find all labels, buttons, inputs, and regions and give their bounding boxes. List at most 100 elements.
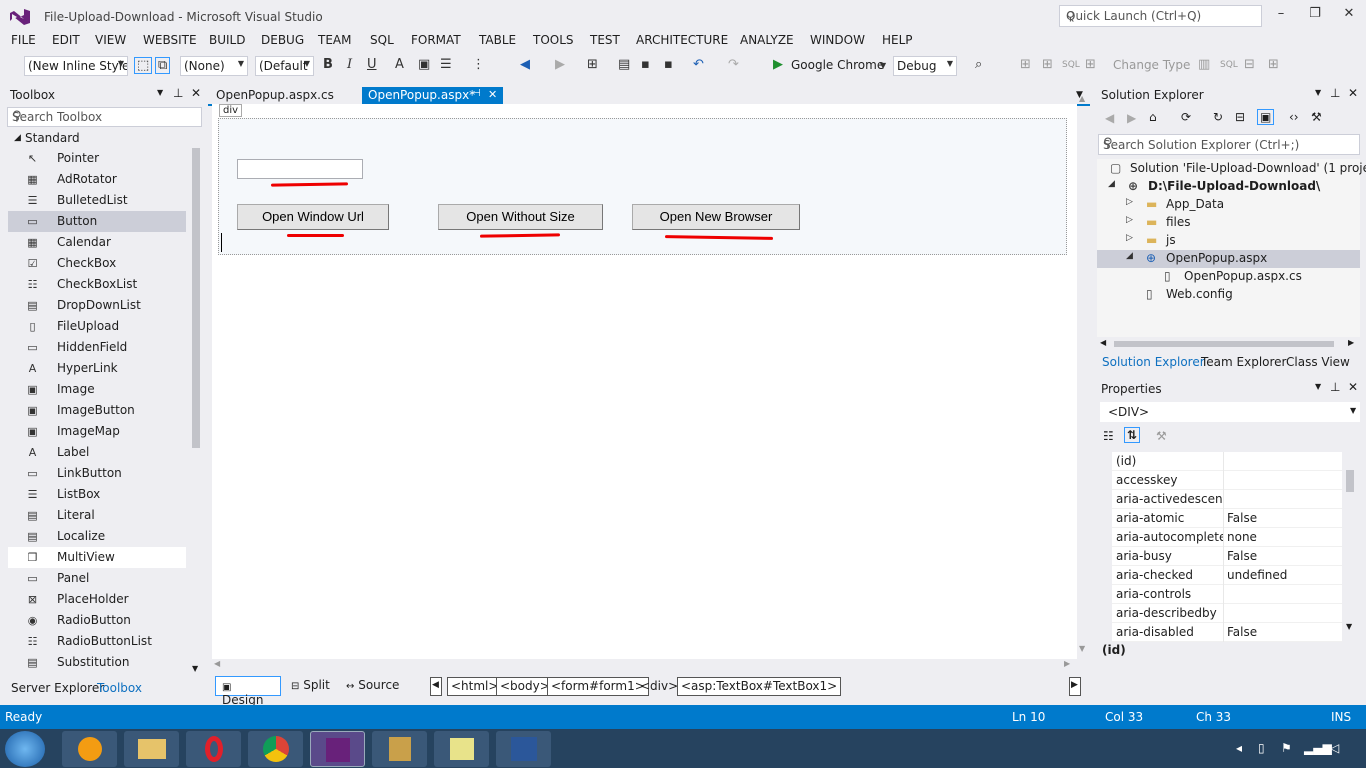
toolbox-item-hiddenfield[interactable]: ▭ HiddenField [8,337,186,358]
column-icon[interactable]: ▥ [1198,57,1210,72]
toolbox-item-label[interactable]: A Label [8,442,186,463]
scroll-right-icon[interactable]: ▶ [1348,338,1354,347]
scroll-left-icon[interactable]: ◀ [1100,338,1106,347]
style-combo[interactable]: (New Inline Style ▼ [24,56,128,76]
source-view-button[interactable]: ↔ Source [340,676,405,696]
toolbox-item-panel[interactable]: ▭ Panel [8,568,186,589]
textbox1-input[interactable] [237,159,363,179]
refresh-icon[interactable]: ↻ [1213,110,1223,124]
navigate-back-icon[interactable]: ◀ [520,57,530,72]
redo-icon[interactable]: ↷ [728,57,739,72]
property-value[interactable]: False [1227,511,1257,525]
property-row[interactable]: aria-autocomplete none [1112,528,1342,547]
solution-search-input[interactable]: Search Solution Explorer (Ctrl+;) ⚲ [1098,134,1360,155]
opera-icon[interactable] [186,731,241,767]
close-icon[interactable]: ✕ [1348,380,1358,394]
sql-query-icon[interactable]: SQL [1220,60,1238,70]
visual-studio-taskbar-icon[interactable] [310,731,365,767]
toolbox-item-multiview[interactable]: ❐ MultiView [8,547,186,568]
solution-hscrollbar[interactable]: ◀ ▶ [1100,338,1358,350]
property-row[interactable]: aria-controls [1112,585,1342,604]
menu-debug[interactable]: DEBUG [261,33,304,47]
tree-item-files[interactable]: ▷ ▬ files [1108,214,1360,232]
highlight-icon[interactable]: ▣ [418,57,430,72]
collapsed-arrow-icon[interactable]: ▷ [1126,197,1133,207]
property-row[interactable]: aria-describedby [1112,604,1342,623]
menu-architecture[interactable]: ARCHITECTURE [636,33,728,47]
chevron-down-icon[interactable]: ▼ [157,88,163,97]
open-window-url-button[interactable]: Open Window Url [237,204,389,230]
relationship-icon[interactable]: ⊟ [1244,57,1255,72]
split-view-button[interactable]: ⊟ Split [285,676,336,696]
toolbox-item-literal[interactable]: ▤ Literal [8,505,186,526]
close-tab-icon[interactable]: ✕ [488,88,497,101]
collapse-arrow-icon[interactable]: ◢ [14,133,21,143]
tree-item-js[interactable]: ▷ ▬ js [1108,232,1360,250]
tray-arrow-icon[interactable]: ◂ [1236,741,1242,755]
toolbox-item-radiobutton[interactable]: ◉ RadioButton [8,610,186,631]
sql-icon[interactable]: SQL [1062,60,1080,70]
tree-item-web-config[interactable]: ▯ Web.config [1108,286,1360,304]
toolbox-item-fileupload[interactable]: ▯ FileUpload [8,316,186,337]
undo-icon[interactable]: ↶ [693,57,704,72]
tree-item-openpopup-aspx[interactable]: ◢ ⊕ OpenPopup.aspx [1097,250,1360,268]
toolbox-item-calendar[interactable]: ▦ Calendar [8,232,186,253]
start-debug-icon[interactable]: ▶ [773,57,783,72]
toolbox-item-substitution[interactable]: ▤ Substitution [8,652,186,673]
back-icon[interactable]: ◀ [1105,111,1114,125]
toolbox-item-radiobuttonlist[interactable]: ☷ RadioButtonList [8,631,186,652]
open-without-size-button[interactable]: Open Without Size [438,204,603,230]
tree-item-solution[interactable]: ▢ Solution 'File-Upload-Download' (1 pro… [1108,160,1366,178]
tab-class-view[interactable]: Class View [1286,355,1350,369]
new-project-icon[interactable]: ⊞ [587,57,598,72]
toolbox-item-imagebutton[interactable]: ▣ ImageButton [8,400,186,421]
pin-icon[interactable]: ⊥ [1330,86,1340,100]
properties-scrollbar[interactable]: ▼ [1344,452,1356,634]
collapse-all-icon[interactable]: ⊟ [1235,110,1245,124]
toolbox-item-checkboxlist[interactable]: ☷ CheckBoxList [8,274,186,295]
close-icon[interactable]: ✕ [191,86,201,100]
underline-button[interactable]: U [367,57,377,72]
crumb-form[interactable]: <form#form1> [547,677,649,696]
table-icon[interactable]: ⊞ [1042,57,1053,72]
property-value[interactable]: none [1227,530,1257,544]
save-all-icon[interactable]: ▪ [664,57,673,72]
target-rule-combo[interactable]: (None) ▼ [180,56,248,76]
view-code-icon[interactable]: ‹› [1289,110,1299,124]
tab-solution-explorer[interactable]: Solution Explorer [1102,355,1205,369]
property-value[interactable]: undefined [1227,568,1287,582]
open-file-icon[interactable]: ▤ [618,57,630,72]
properties-object-selector[interactable]: <DIV> ▼ [1100,402,1360,422]
menu-window[interactable]: WINDOW [810,33,865,47]
toolbox-item-localize[interactable]: ▤ Localize [8,526,186,547]
menu-view[interactable]: VIEW [95,33,126,47]
property-row[interactable]: aria-activedescenda [1112,490,1342,509]
chevron-down-icon[interactable]: ▼ [880,61,886,70]
toolbox-group-standard[interactable]: Standard [25,131,80,145]
home-icon[interactable]: ⌂ [1149,110,1157,124]
toolbox-item-linkbutton[interactable]: ▭ LinkButton [8,463,186,484]
toolbox-item-button[interactable]: ▭ Button [8,211,186,232]
toolbox-item-image[interactable]: ▣ Image [8,379,186,400]
chrome-icon[interactable] [248,731,303,767]
menu-test[interactable]: TEST [590,33,620,47]
scroll-down-icon[interactable]: ▼ [1346,622,1352,631]
tray-flag-icon[interactable]: ⚑ [1281,741,1292,755]
toolbox-search-input[interactable]: Search Toolbox ⚲ [7,107,202,127]
expanded-arrow-icon[interactable]: ◢ [1108,179,1115,189]
editor-vertical-scrollbar[interactable]: ▲ ▼ [1077,94,1089,657]
align-icon[interactable]: ☰ [440,57,452,72]
find-icon[interactable]: ⌕ [975,57,982,72]
change-type-button[interactable]: Change Type [1113,58,1190,72]
pin-icon[interactable]: ⊥ [1330,380,1340,394]
designer-div-element[interactable] [218,118,1067,255]
schema-icon[interactable]: ⊞ [1085,57,1096,72]
sync-icon[interactable]: ⟳ [1181,110,1191,124]
collapsed-arrow-icon[interactable]: ▷ [1126,233,1133,243]
pin-icon[interactable]: ⊥ [173,86,183,100]
apply-style-icon[interactable]: ⧉ [155,57,171,74]
close-icon[interactable]: ✕ [1348,86,1358,100]
property-row[interactable]: aria-checked undefined [1112,566,1342,585]
save-icon[interactable]: ▪ [641,57,650,72]
toolbox-item-bulletedlist[interactable]: ☰ BulletedList [8,190,186,211]
